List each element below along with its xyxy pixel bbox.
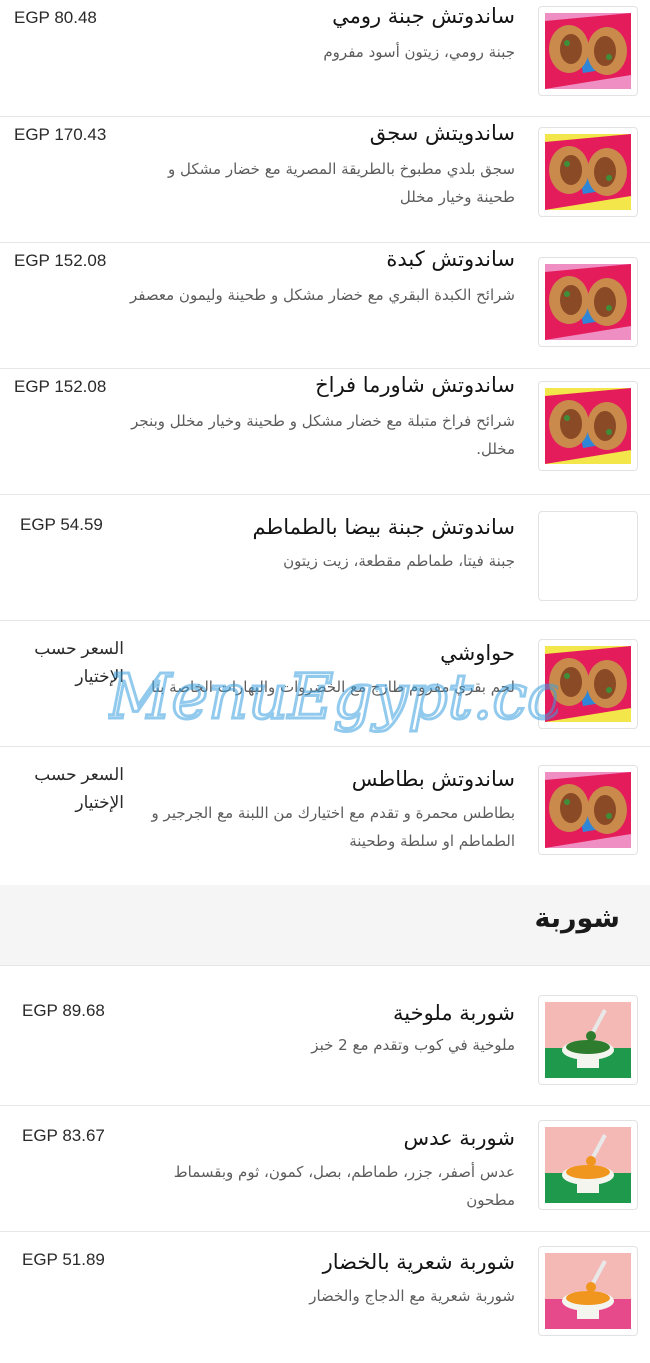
item-price: EGP 83.67 [22,1126,105,1145]
item-description: ملوخية في كوب وتقدم مع 2 خبز [311,1036,515,1054]
item-name: ساندوتش بطاطس [351,767,515,791]
menu-item[interactable]: EGP 80.48 ساندوتش جبنة رومي جبنة رومي، ز… [0,0,650,117]
item-description: جبنة رومي، زيتون أسود مفروم [323,43,515,61]
item-name: ساندويتش سجق [369,121,515,145]
item-description: شرائح الكبدة البقري مع خضار مشكل و طحينة… [130,286,515,304]
item-price: EGP 152.08 [14,377,107,396]
item-price: EGP 80.48 [14,8,97,27]
item-image[interactable] [538,765,638,855]
item-description: شرائح فراخ متبلة مع خضار مشكل و طحينة وخ… [131,412,515,458]
soup-photo [545,1127,631,1203]
item-image[interactable] [538,6,638,96]
item-name: ساندوتش شاورما فراخ [315,373,515,397]
item-image[interactable] [538,127,638,217]
item-name: شوربة عدس [403,1126,515,1150]
item-description: شوربة شعرية مع الدجاج والخضار [309,1287,515,1305]
soup-photo [545,1253,631,1329]
item-description: لحم بقري مفروم طازج مع الخضروات والبهارا… [151,678,515,696]
sandwich-photo [545,13,631,89]
item-image-placeholder[interactable] [538,511,638,601]
item-image[interactable] [538,995,638,1085]
item-price: السعر حسب الإختيار [34,765,124,812]
menu-item[interactable]: السعر حسب الإختيار حواوشي لحم بقري مفروم… [0,621,650,747]
menu-item[interactable]: EGP 83.67 شوربة عدس عدس أصفر، جزر، طماطم… [0,1106,650,1232]
sandwich-photo [545,388,631,464]
item-description: بطاطس محمرة و تقدم مع اختيارك من اللبنة … [151,804,515,850]
item-description: عدس أصفر، جزر، طماطم، بصل، كمون، ثوم وبق… [173,1163,515,1209]
item-image[interactable] [538,1246,638,1336]
item-name: ساندوتش جبنة بيضا بالطماطم [252,515,515,539]
sandwich-photo [545,772,631,848]
section-title: شوربة [534,903,620,934]
item-price: EGP 152.08 [14,251,107,270]
item-price: EGP 54.59 [20,515,103,534]
item-name: ساندوتش جبنة رومي [332,4,515,28]
item-image[interactable] [538,381,638,471]
item-price: EGP 89.68 [22,1001,105,1020]
item-name: حواوشي [440,641,515,665]
item-description: سجق بلدي مطبوخ بالطريقة المصرية مع خضار … [168,160,515,206]
menu-item[interactable]: EGP 152.08 ساندوتش كبدة شرائح الكبدة الب… [0,243,650,369]
menu-item[interactable]: EGP 152.08 ساندوتش شاورما فراخ شرائح فرا… [0,369,650,495]
menu-item[interactable]: EGP 89.68 شوربة ملوخية ملوخية في كوب وتق… [0,985,650,1106]
sandwich-photo [545,134,631,210]
item-price: السعر حسب الإختيار [34,639,124,686]
item-price: EGP 170.43 [14,125,107,144]
item-price: EGP 51.89 [22,1250,105,1269]
sandwich-photo [545,264,631,340]
item-image[interactable] [538,639,638,729]
menu-item[interactable]: EGP 54.59 ساندوتش جبنة بيضا بالطماطم جبن… [0,495,650,621]
item-image[interactable] [538,257,638,347]
sandwich-photo [545,646,631,722]
menu-item[interactable]: EGP 51.89 شوربة شعرية بالخضار شوربة شعري… [0,1232,650,1363]
soup-photo [545,1002,631,1078]
item-image[interactable] [538,1120,638,1210]
item-name: شوربة شعرية بالخضار [322,1250,515,1274]
item-description: جبنة فيتا، طماطم مقطعة، زيت زيتون [283,552,515,570]
item-name: ساندوتش كبدة [386,247,515,271]
menu-item[interactable]: السعر حسب الإختيار ساندوتش بطاطس بطاطس م… [0,747,650,885]
item-name: شوربة ملوخية [393,1001,515,1025]
section-header: شوربة [0,885,650,966]
menu-item[interactable]: EGP 170.43 ساندويتش سجق سجق بلدي مطبوخ ب… [0,117,650,243]
